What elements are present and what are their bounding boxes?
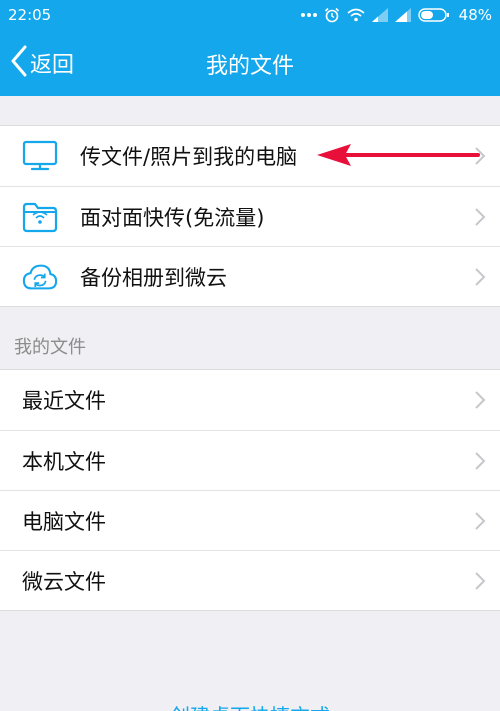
list-item-label: 传文件/照片到我的电脑 <box>80 145 298 169</box>
chevron-right-icon <box>474 207 486 231</box>
list-item-label: 最近文件 <box>22 389 106 413</box>
list-item-computer-files[interactable]: 电脑文件 <box>0 490 500 550</box>
page-title: 我的文件 <box>205 54 294 79</box>
chevron-right-icon <box>474 511 486 535</box>
cloud-sync-icon <box>22 259 58 295</box>
chevron-right-icon <box>474 451 486 475</box>
monitor-icon <box>22 138 58 174</box>
list-item-recent-files[interactable]: 最近文件 <box>0 370 500 430</box>
red-arrow-annotation <box>315 140 480 174</box>
chevron-right-icon <box>474 571 486 595</box>
create-shortcut-link[interactable]: 创建桌面快捷方式 <box>0 700 500 711</box>
list-item-label: 电脑文件 <box>22 509 106 534</box>
wifi-icon <box>347 8 365 22</box>
battery-percent: 48% <box>458 6 492 24</box>
more-dots-icon <box>300 12 317 18</box>
list-item-label: 备份相册到微云 <box>80 265 227 290</box>
list-item-label: 微云文件 <box>22 569 106 594</box>
list-item-local-files[interactable]: 本机文件 <box>0 430 500 490</box>
wireless-folder-icon <box>22 199 58 235</box>
status-bar: 22:05 48% <box>0 0 500 30</box>
list-item-label: 面对面快传(免流量) <box>80 205 265 230</box>
battery-icon <box>417 8 450 22</box>
section-header-my-files: 我的文件 <box>14 337 86 358</box>
status-time: 22:05 <box>8 6 52 24</box>
chevron-right-icon <box>474 267 486 291</box>
list-item-label: 本机文件 <box>22 449 106 474</box>
signal-icon <box>371 8 388 22</box>
list-item-face-to-face-transfer[interactable]: 面对面快传(免流量) <box>0 186 500 246</box>
status-icons: 48% <box>300 6 492 24</box>
list-item-backup-album[interactable]: 备份相册到微云 <box>0 246 500 306</box>
title-bar: 返回 我的文件 <box>0 30 500 96</box>
signal-icon <box>394 8 411 22</box>
list-item-weiyun-files[interactable]: 微云文件 <box>0 550 500 610</box>
files-list: 最近文件 本机文件 电脑文件 微云文件 <box>0 369 500 611</box>
chevron-right-icon <box>474 390 486 414</box>
alarm-icon <box>324 7 340 23</box>
